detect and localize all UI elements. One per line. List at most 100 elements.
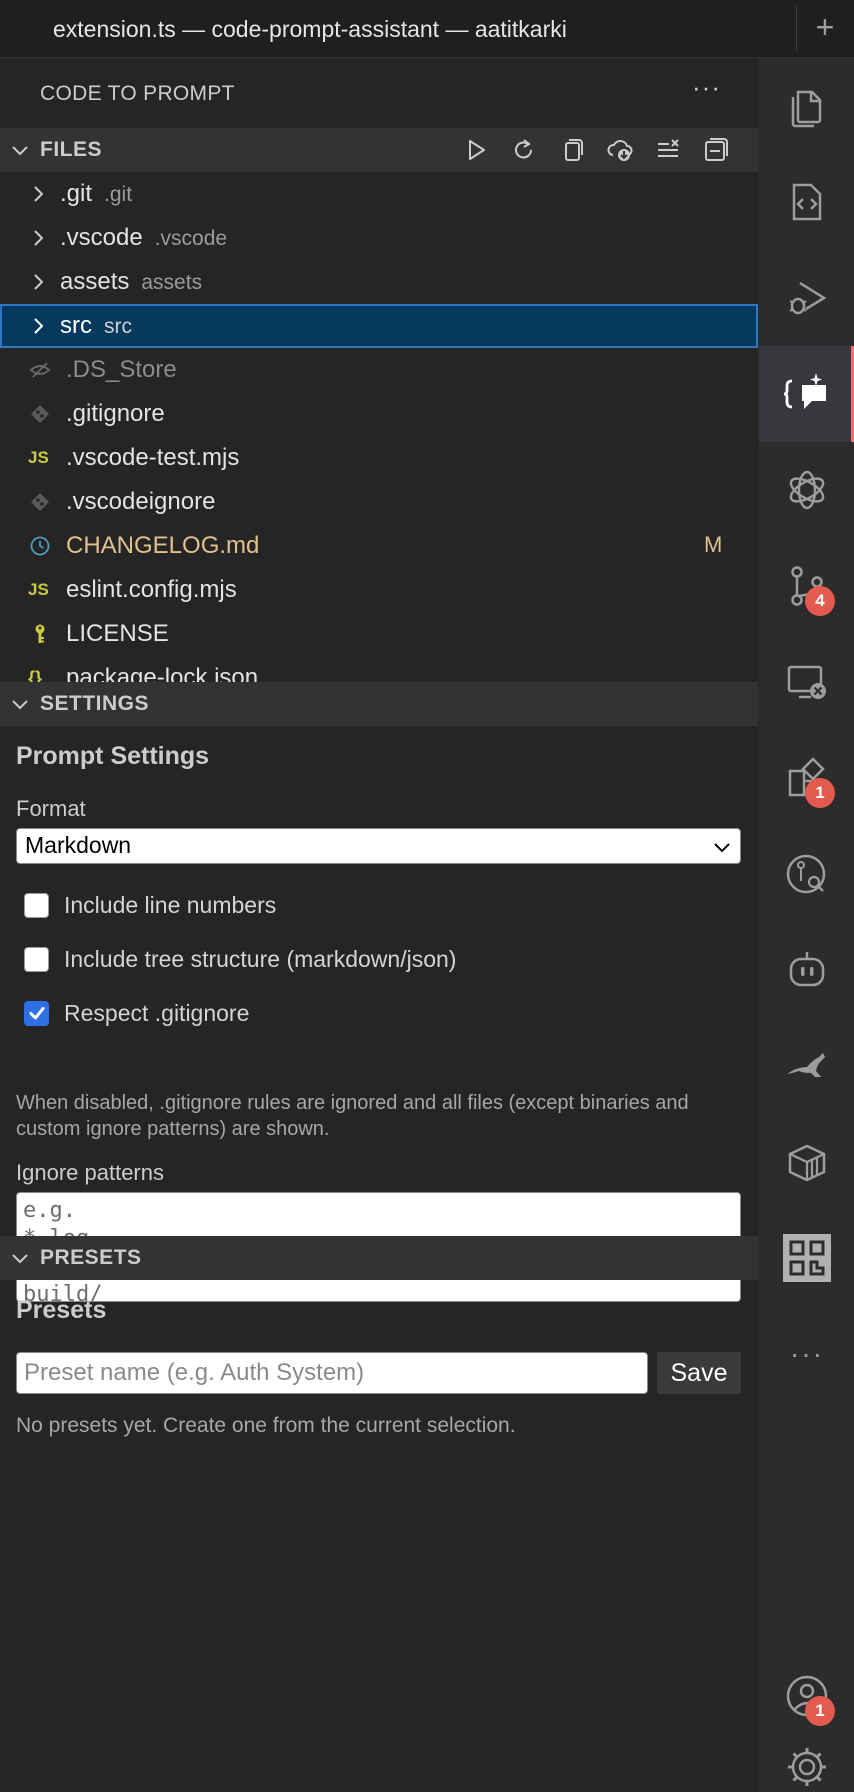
explorer-icon[interactable] bbox=[759, 58, 854, 154]
chevron-right-icon bbox=[34, 230, 44, 246]
files-actions bbox=[460, 134, 732, 166]
respect-gitignore-option[interactable]: Respect .gitignore bbox=[24, 998, 249, 1028]
run-debug-icon[interactable] bbox=[759, 250, 854, 346]
respect-gitignore-checkbox[interactable] bbox=[24, 1000, 49, 1026]
extensions-badge: 1 bbox=[805, 778, 835, 808]
tree-file-package-lock[interactable]: {} package-lock.json bbox=[0, 656, 758, 682]
presets-empty-message: No presets yet. Create one from the curr… bbox=[16, 1414, 516, 1437]
presets-section-header[interactable]: PRESETS bbox=[0, 1236, 758, 1280]
presets-heading: Presets bbox=[16, 1296, 107, 1324]
folder-description: src bbox=[104, 315, 132, 338]
tree-folder-git[interactable]: .git .git bbox=[0, 172, 758, 216]
checkbox-label: Include tree structure (markdown/json) bbox=[64, 946, 457, 972]
copy-icon[interactable] bbox=[556, 134, 588, 166]
file-label: LICENSE bbox=[66, 620, 169, 647]
window-title: extension.ts — code-prompt-assistant — a… bbox=[53, 16, 567, 42]
tree-file-eslint-config[interactable]: JS eslint.config.mjs bbox=[0, 568, 758, 612]
folder-label: src src bbox=[60, 312, 132, 339]
collapse-all-icon[interactable] bbox=[700, 134, 732, 166]
save-preset-button[interactable]: Save bbox=[657, 1352, 741, 1394]
checkbox-label: Respect .gitignore bbox=[64, 1000, 250, 1026]
folder-description: .git bbox=[104, 183, 133, 206]
git-diamond-icon bbox=[31, 405, 49, 423]
code-to-prompt-icon[interactable] bbox=[759, 346, 854, 442]
code-file-icon[interactable] bbox=[759, 154, 854, 250]
tree-file-license[interactable]: LICENSE bbox=[0, 612, 758, 656]
tree-folder-src[interactable]: src src bbox=[0, 304, 758, 348]
chevron-down-icon bbox=[714, 843, 730, 853]
include-line-numbers-option[interactable]: Include line numbers bbox=[24, 890, 276, 920]
play-icon[interactable] bbox=[460, 134, 492, 166]
folder-description: .vscode bbox=[154, 227, 228, 250]
file-tree: .git .git .vscode .vscode assets assets src… bbox=[0, 172, 758, 682]
tree-file-vscode-test[interactable]: JS .vscode-test.mjs bbox=[0, 436, 758, 480]
more-views-button[interactable]: ··· bbox=[759, 1306, 854, 1402]
include-line-numbers-checkbox[interactable] bbox=[24, 892, 49, 918]
extensions-icon[interactable]: 1 bbox=[759, 730, 854, 826]
tree-folder-vscode[interactable]: .vscode .vscode bbox=[0, 216, 758, 260]
refresh-icon[interactable] bbox=[508, 134, 540, 166]
git-graph-search-icon[interactable] bbox=[759, 826, 854, 922]
accounts-icon[interactable]: 1 bbox=[759, 1648, 854, 1744]
file-label: eslint.config.mjs bbox=[66, 576, 237, 603]
gitignore-help-text: When disabled, .gitignore rules are igno… bbox=[16, 1092, 689, 1140]
source-control-badge: 4 bbox=[805, 586, 835, 616]
new-tab-button[interactable]: + bbox=[808, 10, 842, 44]
activity-bar: 4 1 ··· 1 AA bbox=[758, 58, 854, 1792]
file-label: .vscodeignore bbox=[66, 488, 216, 515]
source-control-icon[interactable]: 4 bbox=[759, 538, 854, 634]
tree-folder-assets[interactable]: assets assets bbox=[0, 260, 758, 304]
format-label: Format bbox=[16, 796, 86, 821]
format-select[interactable]: Markdown bbox=[16, 828, 741, 864]
tree-file-vscodeignore[interactable]: .vscodeignore bbox=[0, 480, 758, 524]
files-section-header[interactable]: FILES bbox=[0, 128, 758, 172]
file-label: .vscode-test.mjs bbox=[66, 444, 240, 471]
cloud-download-icon[interactable] bbox=[604, 134, 636, 166]
settings-heading: Prompt Settings bbox=[16, 742, 210, 770]
chatgpt-icon[interactable] bbox=[759, 442, 854, 538]
robot-icon[interactable] bbox=[759, 922, 854, 1018]
qr-code-icon[interactable] bbox=[759, 1210, 854, 1306]
git-status-badge: M bbox=[704, 532, 723, 557]
clock-icon bbox=[30, 536, 50, 556]
folder-label: assets assets bbox=[60, 268, 203, 295]
clear-selection-icon[interactable] bbox=[652, 134, 684, 166]
include-tree-structure-option[interactable]: Include tree structure (markdown/json) bbox=[24, 944, 456, 974]
chevron-down-icon bbox=[12, 1254, 28, 1264]
ignore-patterns-label: Ignore patterns bbox=[16, 1160, 164, 1185]
settings-panel: Prompt Settings Format Markdown Include … bbox=[0, 726, 758, 1302]
folder-label: .git .git bbox=[60, 180, 133, 207]
chevron-right-icon bbox=[34, 318, 44, 334]
kangaroo-icon[interactable] bbox=[759, 1018, 854, 1114]
folder-label: .vscode .vscode bbox=[60, 224, 228, 251]
file-label: package-lock.json bbox=[66, 664, 259, 682]
settings-section-header[interactable]: SETTINGS bbox=[0, 682, 758, 726]
checkmark-icon bbox=[29, 1007, 44, 1020]
file-label: .DS_Store bbox=[66, 356, 177, 383]
json-braces-icon: {} bbox=[28, 668, 43, 682]
vscode-diamond-icon bbox=[31, 493, 49, 511]
file-label: .gitignore bbox=[66, 400, 165, 427]
tree-file-changelog[interactable]: CHANGELOG.md M bbox=[0, 524, 758, 568]
chevron-down-icon bbox=[12, 700, 28, 710]
include-tree-structure-checkbox[interactable] bbox=[24, 946, 49, 972]
files-section-title: FILES bbox=[40, 138, 103, 161]
presets-section-title: PRESETS bbox=[40, 1246, 142, 1269]
view-more-actions-button[interactable]: ··· bbox=[692, 72, 721, 103]
eye-closed-icon bbox=[29, 362, 51, 378]
preset-name-input[interactable]: Preset name (e.g. Auth System) bbox=[16, 1352, 648, 1394]
manage-gear-icon[interactable]: AA bbox=[759, 1744, 854, 1792]
tree-file-gitignore[interactable]: .gitignore bbox=[0, 392, 758, 436]
remote-explorer-icon[interactable] bbox=[759, 634, 854, 730]
tree-file-ds-store[interactable]: .DS_Store bbox=[0, 348, 758, 392]
view-title: CODE TO PROMPT bbox=[40, 82, 235, 105]
package-box-icon[interactable] bbox=[759, 1114, 854, 1210]
key-icon bbox=[35, 624, 45, 643]
title-bar: extension.ts — code-prompt-assistant — a… bbox=[0, 0, 854, 58]
chevron-down-icon bbox=[12, 146, 28, 156]
js-icon: JS bbox=[28, 448, 49, 467]
accounts-badge: 1 bbox=[805, 1696, 835, 1726]
folder-description: assets bbox=[141, 271, 203, 294]
side-bar: CODE TO PROMPT ··· FILES .git .git .vsco… bbox=[0, 58, 758, 1792]
chevron-right-icon bbox=[34, 186, 44, 202]
